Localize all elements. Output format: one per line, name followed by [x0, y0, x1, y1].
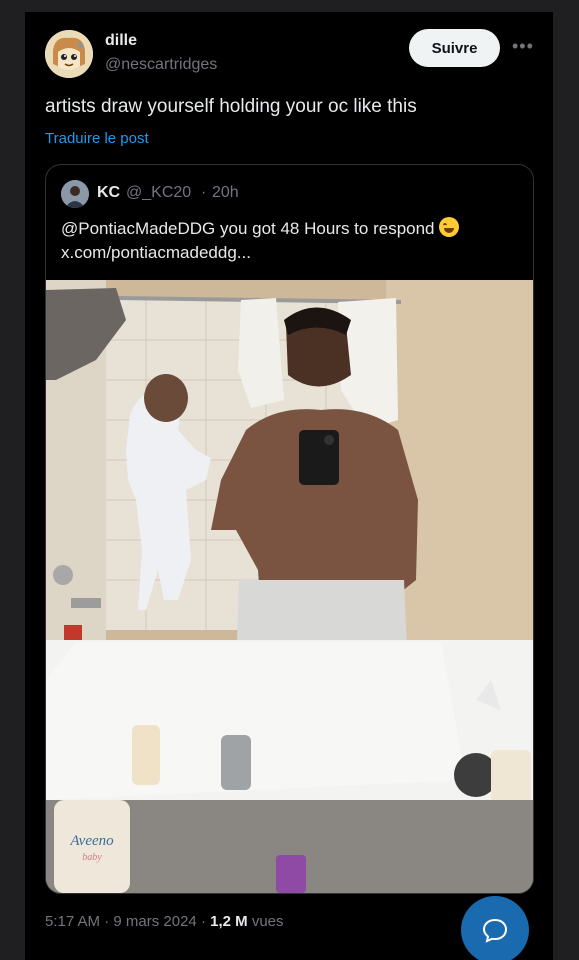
reply-bubble-icon: [482, 918, 508, 943]
meta-separator-1: ·: [104, 913, 110, 930]
author-handle[interactable]: @nescartridges: [105, 56, 217, 74]
quoted-photo[interactable]: Aveeno baby: [46, 280, 533, 893]
author-avatar[interactable]: [45, 30, 93, 78]
translate-post-link[interactable]: Traduire le post: [45, 130, 149, 147]
post-meta: 5:17 AM · 9 mars 2024 · 1,2 M vues: [45, 913, 284, 930]
post-time[interactable]: 5:17 AM: [45, 913, 100, 930]
post-detail-view: dille @nescartridges Suivre ••• artists …: [25, 12, 553, 960]
quoted-author-handle: @_KC20: [126, 184, 192, 201]
mirror-selfie-image: Aveeno baby: [46, 280, 533, 893]
quoted-text: @PontiacMadeDDG you got 48 Hours to resp…: [61, 217, 516, 265]
view-count: 1,2 M: [210, 913, 248, 930]
quoted-text-line1: @PontiacMadeDDG you got 48 Hours to resp…: [61, 219, 435, 238]
quoted-author-name: KC: [97, 184, 121, 201]
cartoon-avatar-icon: [45, 30, 93, 78]
quoted-post[interactable]: KC @_KC20 · 20h @PontiacMadeDDG you got …: [45, 164, 534, 894]
follow-button[interactable]: Suivre: [409, 29, 500, 67]
quoted-time: 20h: [212, 184, 239, 201]
more-options-icon[interactable]: •••: [512, 36, 534, 57]
reply-button[interactable]: [461, 896, 529, 960]
laughing-emoji-icon: [439, 217, 460, 237]
quoted-link[interactable]: x.com/pontiacmadeddg...: [61, 243, 251, 262]
quoted-separator: ·: [201, 184, 207, 201]
author-name[interactable]: dille: [105, 32, 137, 50]
aveeno-label: Aveeno: [69, 833, 114, 849]
post-text: artists draw yourself holding your oc li…: [45, 96, 417, 117]
post-date[interactable]: 9 mars 2024: [113, 913, 196, 930]
view-count-label: vues: [251, 913, 284, 930]
meta-separator-2: ·: [200, 913, 206, 930]
quoted-author-avatar: [61, 180, 89, 208]
person-photo-icon: [61, 180, 89, 208]
aveeno-sub-label: baby: [82, 852, 102, 863]
